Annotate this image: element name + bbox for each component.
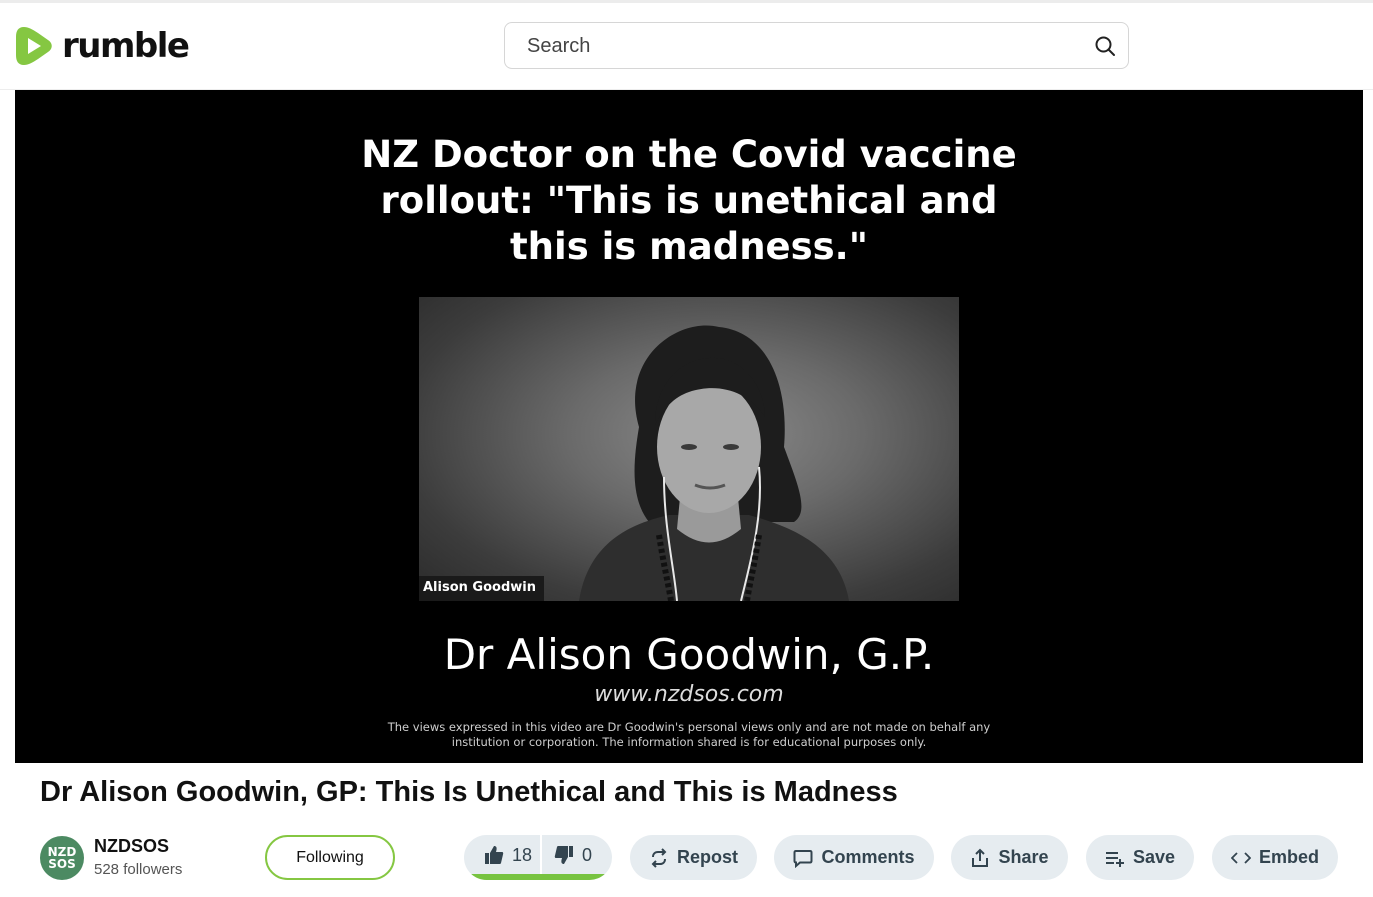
avatar-text-line: SOS (48, 857, 76, 871)
headline-line: rollout: "This is unethical and (380, 179, 998, 222)
search-bar (504, 22, 1129, 69)
repost-button[interactable]: Repost (630, 835, 757, 880)
doctor-name-caption: Dr Alison Goodwin, G.P. (443, 630, 935, 679)
comments-button[interactable]: Comments (774, 835, 934, 880)
code-brackets-icon (1230, 851, 1251, 864)
vote-divider (540, 835, 542, 875)
disclaimer-text: The views expressed in this video are Dr… (365, 720, 1013, 750)
embed-button[interactable]: Embed (1212, 835, 1338, 880)
playlist-add-icon (1105, 851, 1124, 867)
comments-label: Comments (821, 847, 915, 867)
share-button[interactable]: Share (951, 835, 1068, 880)
repost-label: Repost (676, 847, 738, 867)
website-caption: www.nzdsos.com (594, 682, 784, 707)
like-button[interactable]: 18 (484, 835, 532, 875)
rumble-logo[interactable]: rumble (14, 25, 190, 67)
save-label: Save (1132, 847, 1176, 867)
search-icon[interactable] (1094, 35, 1116, 57)
channel-avatar[interactable]: NZD SOS (40, 836, 84, 880)
save-button[interactable]: Save (1086, 835, 1194, 880)
headline-line: this is madness." (509, 225, 869, 268)
dislike-count: 0 (582, 844, 593, 865)
thumbs-up-icon (485, 846, 504, 864)
following-button[interactable]: Following (265, 835, 395, 880)
speaker-silhouette (579, 325, 849, 601)
video-headline: NZ Doctor on the Covid vaccine rollout: … (15, 132, 1363, 270)
video-player[interactable]: NZ Doctor on the Covid vaccine rollout: … (15, 90, 1363, 763)
logo-wordmark: rumble (62, 26, 190, 66)
channel-name[interactable]: NZDSOS (94, 836, 169, 857)
video-title: Dr Alison Goodwin, GP: This Is Unethical… (40, 776, 898, 808)
search-input[interactable] (525, 31, 1085, 61)
like-count: 18 (512, 844, 533, 865)
share-icon (972, 848, 989, 867)
repost-icon (651, 847, 667, 868)
speaker-video-frame: Alison Goodwin (419, 297, 959, 601)
comment-icon (793, 849, 813, 868)
embed-label: Embed (1258, 847, 1319, 867)
headline-line: NZ Doctor on the Covid vaccine (361, 133, 1017, 176)
dislike-button[interactable]: 0 (554, 835, 592, 875)
rumble-play-icon (16, 27, 52, 65)
follower-count: 528 followers (94, 861, 183, 878)
speaker-name-tag: Alison Goodwin (419, 576, 544, 601)
disclaimer-line: institution or corporation. The informat… (451, 735, 927, 749)
vote-group: 18 0 (464, 835, 612, 880)
top-header: rumble (0, 0, 1373, 90)
vote-ratio-bar (464, 874, 612, 880)
share-label: Share (998, 847, 1049, 867)
disclaimer-line: The views expressed in this video are Dr… (387, 720, 991, 734)
thumbs-down-icon (554, 846, 573, 864)
